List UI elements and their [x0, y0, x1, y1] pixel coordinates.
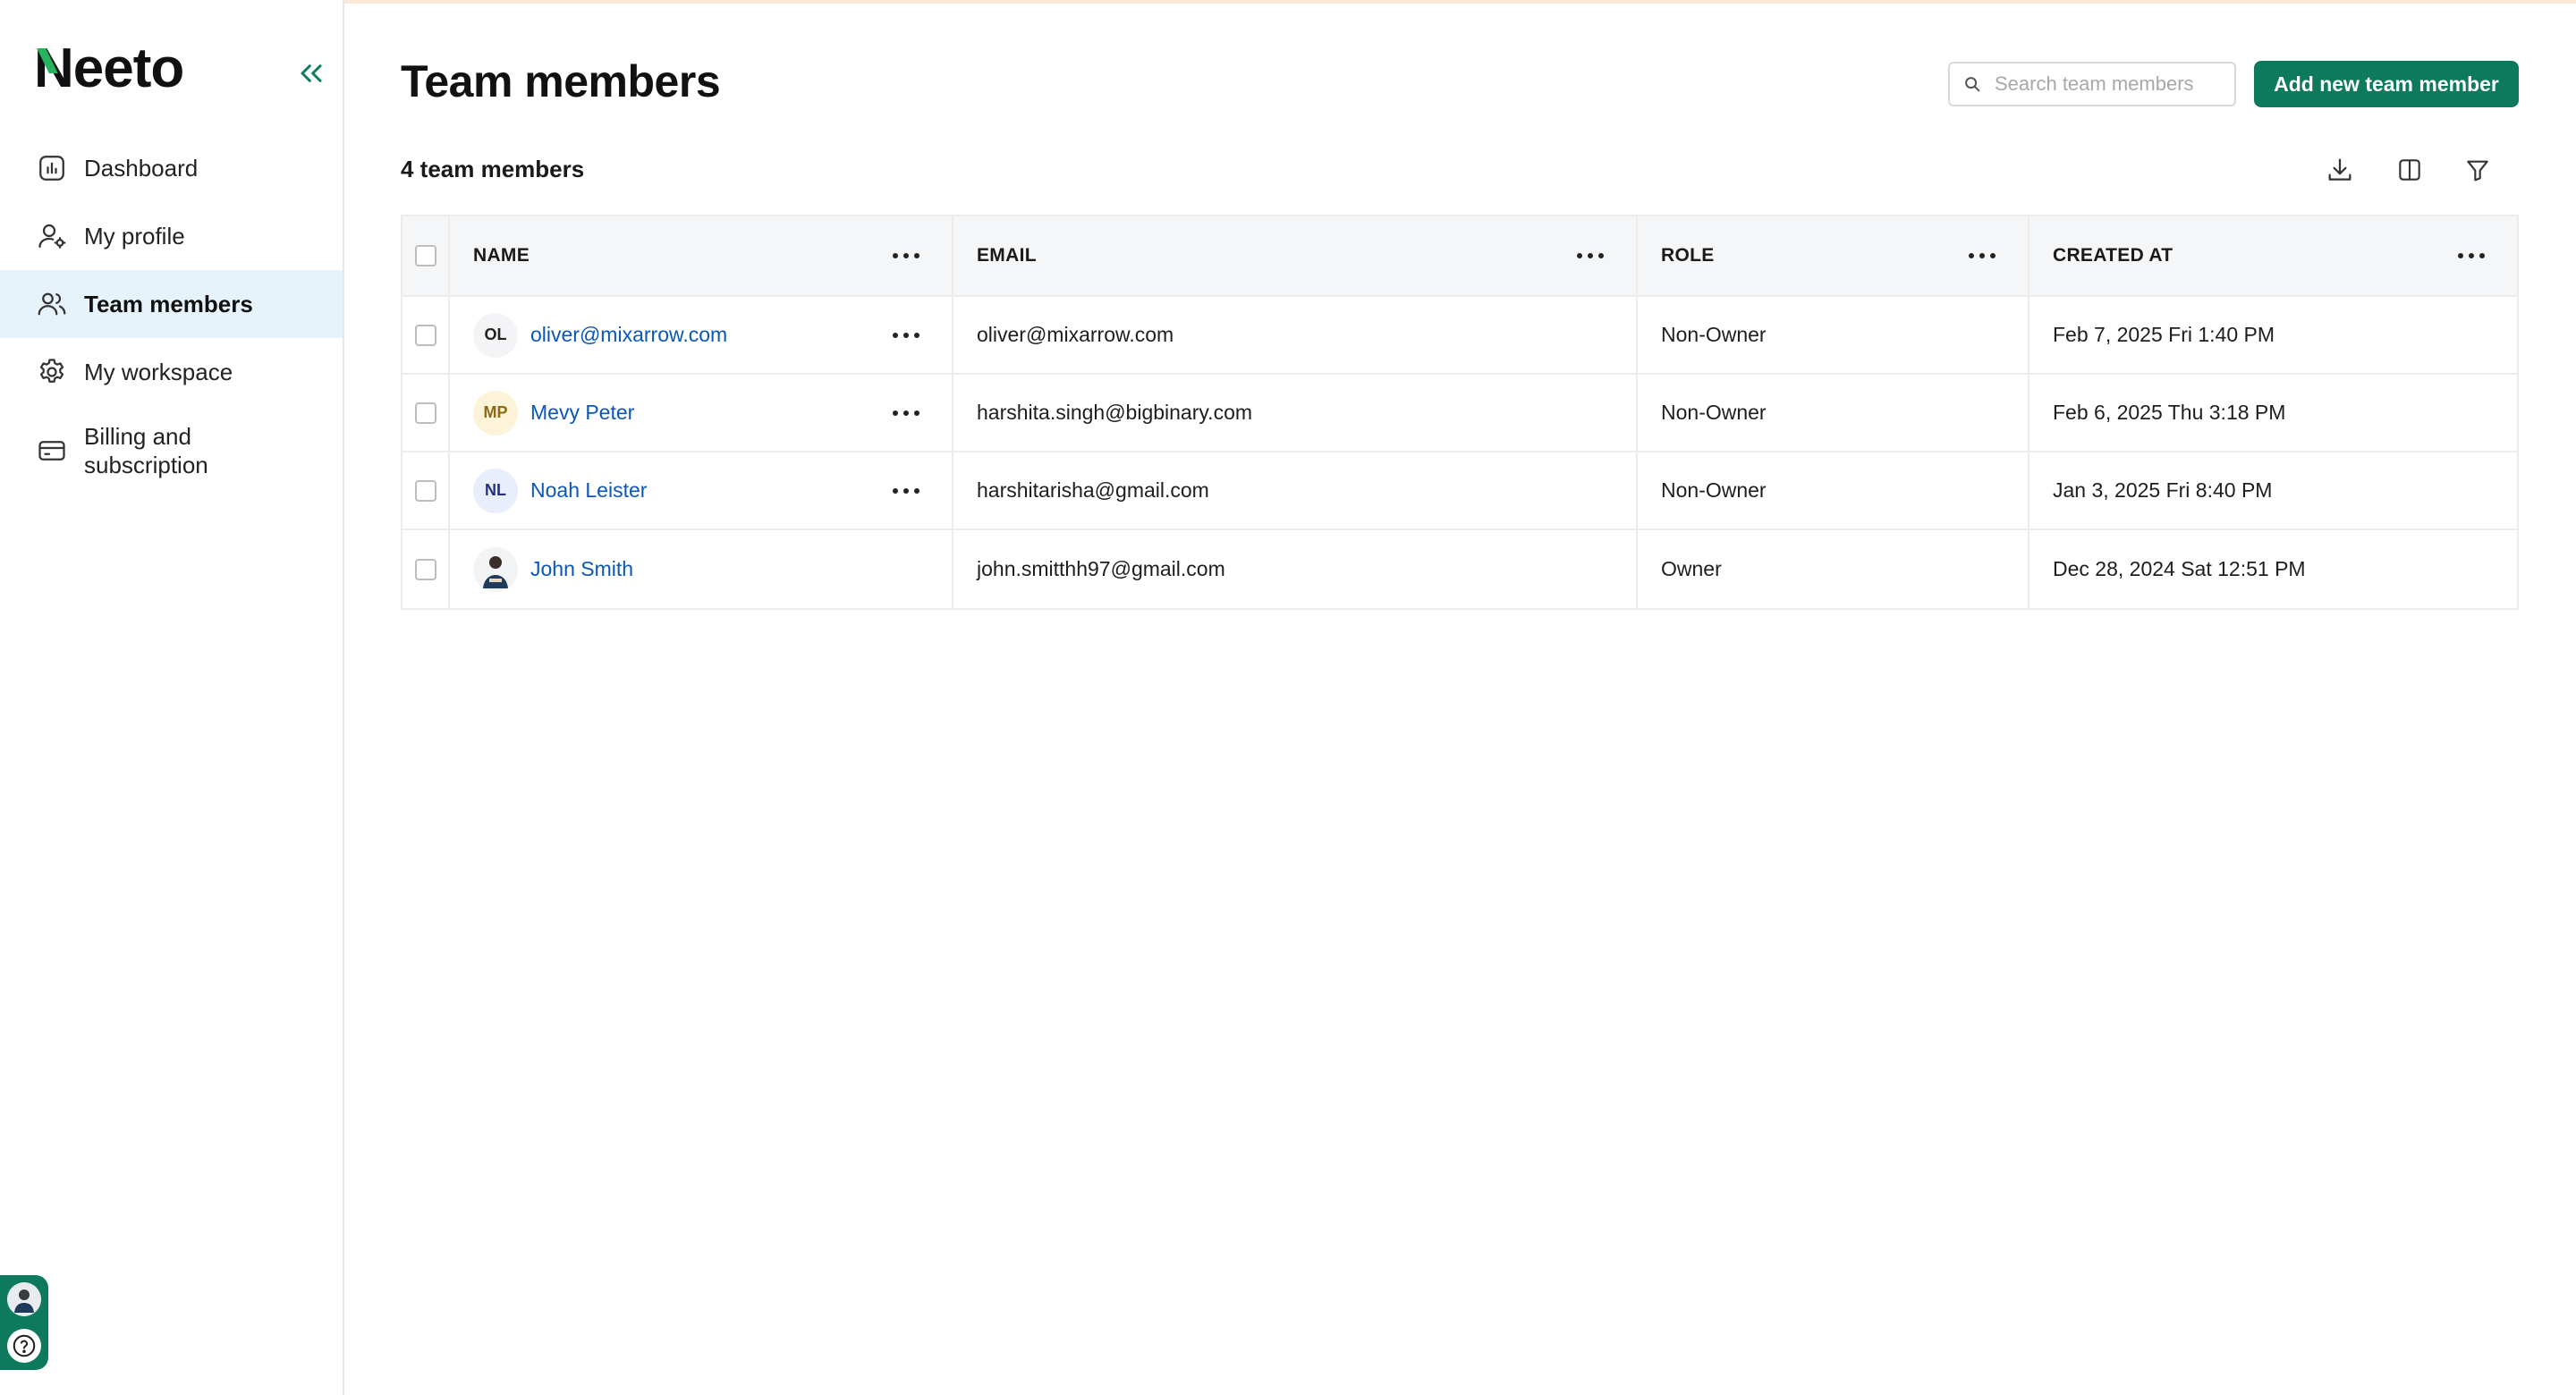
neeto-logo[interactable]: Neeto [34, 38, 184, 99]
column-header-label: EMAIL [977, 245, 1037, 266]
table-row: John Smith john.smitthh97@gmail.com Owne… [402, 530, 2517, 608]
avatar: NL [473, 468, 518, 513]
created-at-cell: Feb 7, 2025 Fri 1:40 PM [2053, 323, 2275, 346]
row-actions-menu-icon[interactable] [893, 409, 919, 418]
email-cell: john.smitthh97@gmail.com [953, 530, 1638, 608]
add-team-member-button[interactable]: Add new team member [2254, 61, 2519, 107]
avatar-photo [473, 546, 518, 592]
table-row: OL oliver@mixarrow.com oliver@mixarrow.c… [402, 297, 2517, 375]
select-all-checkbox[interactable] [414, 245, 436, 266]
user-avatar[interactable] [7, 1282, 41, 1316]
row-checkbox[interactable] [414, 324, 436, 346]
sidebar-item-billing[interactable]: Billing and subscription [0, 406, 343, 495]
user-gear-icon [36, 220, 68, 252]
row-checkbox[interactable] [414, 479, 436, 502]
email-cell: harshitarisha@gmail.com [953, 452, 1638, 528]
columns-icon[interactable] [2392, 152, 2428, 188]
column-menu-icon[interactable] [893, 251, 919, 260]
billing-label-line2: subscription [84, 452, 208, 478]
column-header-label: CREATED AT [2053, 245, 2174, 266]
row-checkbox-cell [402, 530, 450, 608]
member-name-link[interactable]: Mevy Peter [530, 401, 634, 425]
sidebar-item-my-profile[interactable]: My profile [0, 202, 343, 270]
collapse-sidebar-icon[interactable] [293, 55, 329, 91]
chart-icon [36, 152, 68, 184]
name-cell: MP Mevy Peter [450, 375, 953, 451]
sidebar: Neeto Dashboard My profile Team members [0, 0, 344, 1395]
header-checkbox-cell [402, 216, 450, 295]
billing-label-line1: Billing and [84, 423, 191, 450]
column-header-name[interactable]: NAME [450, 216, 953, 295]
row-actions-menu-icon[interactable] [893, 331, 919, 340]
row-checkbox[interactable] [414, 558, 436, 580]
member-name-link[interactable]: John Smith [530, 557, 633, 581]
sidebar-item-dashboard[interactable]: Dashboard [0, 134, 343, 202]
card-icon [36, 435, 68, 467]
name-cell: John Smith [450, 530, 953, 608]
sidebar-nav: Dashboard My profile Team members My wor… [0, 134, 343, 495]
column-menu-icon[interactable] [1577, 251, 1604, 260]
sidebar-item-label: My workspace [84, 359, 233, 385]
column-menu-icon[interactable] [2458, 251, 2485, 260]
download-icon[interactable] [2322, 152, 2358, 188]
name-cell: NL Noah Leister [450, 452, 953, 528]
column-header-label: ROLE [1661, 245, 1715, 266]
column-menu-icon[interactable] [1969, 251, 1996, 260]
sidebar-item-my-workspace[interactable]: My workspace [0, 338, 343, 406]
row-actions-menu-icon[interactable] [893, 486, 919, 495]
role-cell: Owner [1638, 530, 2029, 608]
page-title: Team members [401, 56, 721, 106]
column-header-role[interactable]: ROLE [1638, 216, 2029, 295]
created-at-cell: Dec 28, 2024 Sat 12:51 PM [2053, 557, 2306, 580]
avatar: OL [473, 312, 518, 358]
sidebar-item-label: Dashboard [84, 155, 199, 182]
row-checkbox[interactable] [414, 402, 436, 424]
help-icon[interactable] [7, 1329, 41, 1363]
sidebar-item-team-members[interactable]: Team members [0, 270, 343, 338]
table-header-row: NAME EMAIL ROLE CREATED AT [402, 216, 2517, 297]
search-input[interactable] [1995, 72, 2227, 96]
team-members-table: NAME EMAIL ROLE CREATED AT OL oliver@mix… [401, 215, 2519, 610]
member-name-link[interactable]: Noah Leister [530, 478, 647, 503]
role-cell: Non-Owner [1638, 375, 2029, 451]
gear-icon [36, 356, 68, 388]
created-at-cell: Jan 3, 2025 Fri 8:40 PM [2053, 478, 2273, 502]
filter-icon[interactable] [2460, 152, 2496, 188]
table-row: MP Mevy Peter harshita.singh@bigbinary.c… [402, 375, 2517, 452]
sidebar-item-label: Team members [84, 291, 253, 317]
top-accent-bar [0, 0, 2576, 4]
row-checkbox-cell [402, 375, 450, 451]
logo-text: Neeto [34, 38, 184, 99]
sidebar-item-label: My profile [84, 223, 185, 249]
sidebar-item-label: Billing and subscription [84, 422, 208, 479]
row-checkbox-cell [402, 452, 450, 528]
column-header-email[interactable]: EMAIL [953, 216, 1638, 295]
member-count: 4 team members [401, 156, 585, 182]
column-header-label: NAME [473, 245, 530, 266]
name-cell: OL oliver@mixarrow.com [450, 297, 953, 373]
team-icon [36, 288, 68, 320]
column-header-created-at[interactable]: CREATED AT [2029, 216, 2517, 295]
email-cell: oliver@mixarrow.com [953, 297, 1638, 373]
role-cell: Non-Owner [1638, 297, 2029, 373]
avatar: MP [473, 390, 518, 435]
search-box[interactable] [1948, 62, 2236, 106]
table-row: NL Noah Leister harshitarisha@gmail.com … [402, 452, 2517, 530]
role-cell: Non-Owner [1638, 452, 2029, 528]
member-name-link[interactable]: oliver@mixarrow.com [530, 323, 727, 347]
row-checkbox-cell [402, 297, 450, 373]
email-cell: harshita.singh@bigbinary.com [953, 375, 1638, 451]
help-dock [0, 1275, 48, 1370]
created-at-cell: Feb 6, 2025 Thu 3:18 PM [2053, 401, 2286, 424]
search-icon [1962, 74, 1982, 94]
